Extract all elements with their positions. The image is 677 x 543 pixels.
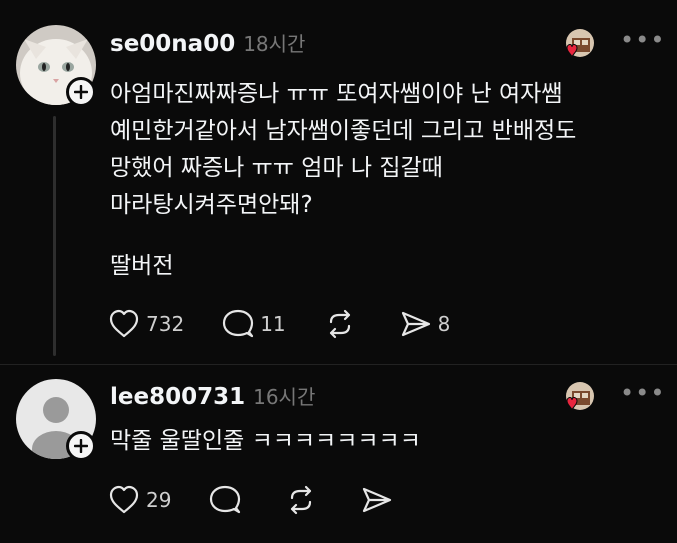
repost-button[interactable] (324, 309, 362, 339)
action-bar: 732 11 8 (108, 309, 488, 339)
timestamp: 18시간 (243, 32, 306, 56)
more-options-icon[interactable]: ••• (620, 379, 665, 407)
profile-stamp-icon[interactable] (556, 26, 596, 66)
action-bar: 29 (108, 485, 437, 515)
repost-button[interactable] (285, 485, 323, 515)
heart-icon (109, 485, 139, 514)
post-text: 막줄 울딸인줄 ㅋㅋㅋㅋㅋㅋㅋㅋ (110, 428, 421, 454)
reply-count: 11 (260, 312, 286, 336)
thread-line (53, 116, 56, 356)
timestamp: 16시간 (253, 385, 316, 409)
reply-button[interactable] (209, 485, 247, 515)
username[interactable]: se00na00 (110, 31, 235, 57)
follow-button[interactable] (66, 431, 96, 461)
post-text: 아엄마진짜짜증나 ㅠㅠ 또여자쌤이야 난 여자쌤 예민한거같아서 남자쌤이좋던데… (110, 81, 577, 218)
like-count: 29 (146, 488, 172, 512)
comment-icon (223, 309, 254, 338)
username[interactable]: lee800731 (110, 384, 245, 410)
plus-icon (74, 85, 88, 99)
share-button[interactable] (361, 485, 399, 515)
profile-stamp-icon[interactable] (556, 379, 596, 419)
like-count: 732 (146, 312, 185, 336)
send-icon (401, 311, 430, 337)
plus-icon (74, 439, 88, 453)
comment-icon (210, 485, 241, 514)
post-header: lee800731 16시간 (110, 381, 315, 410)
like-button[interactable]: 29 (108, 485, 171, 515)
share-count: 8 (437, 312, 451, 336)
repost-icon (329, 309, 350, 339)
avatar[interactable] (16, 379, 96, 461)
thread-post: se00na00 18시간 ••• 아엄마진짜짜증나 ㅠㅠ 또여자쌤이야 난 여… (0, 0, 677, 365)
share-button[interactable]: 8 (400, 309, 451, 339)
post-text-secondary: 딸버전 (110, 253, 174, 279)
more-options-icon[interactable]: ••• (620, 26, 665, 54)
heart-icon (109, 309, 139, 338)
avatar[interactable] (16, 25, 96, 107)
repost-icon (291, 485, 312, 515)
reply-button[interactable]: 11 (222, 309, 286, 339)
send-icon (363, 487, 392, 513)
thread-reply: lee800731 16시간 ••• 막줄 울딸인줄 ㅋㅋㅋㅋㅋㅋㅋㅋ 29 (0, 365, 677, 543)
post-header: se00na00 18시간 (110, 28, 305, 57)
like-button[interactable]: 732 (108, 309, 184, 339)
follow-button[interactable] (66, 77, 96, 107)
